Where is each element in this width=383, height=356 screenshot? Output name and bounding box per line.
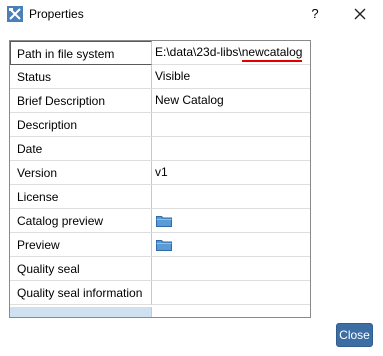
grid-selection-strip: [10, 307, 152, 317]
close-button[interactable]: Close: [336, 323, 373, 347]
property-row-catalog-preview[interactable]: Catalog preview: [10, 209, 310, 233]
property-row-status[interactable]: Status Visible: [10, 65, 310, 89]
property-label: Preview: [10, 233, 152, 257]
property-label: Catalog preview: [10, 209, 152, 233]
close-icon[interactable]: [351, 5, 369, 23]
property-label: Status: [10, 65, 152, 89]
property-row-version[interactable]: Version v1: [10, 161, 310, 185]
property-value[interactable]: Visible: [152, 65, 310, 89]
property-label: Description: [10, 113, 152, 137]
window-title: Properties: [29, 7, 84, 21]
property-value[interactable]: v1: [152, 161, 310, 185]
property-value[interactable]: [152, 185, 310, 209]
property-row-path[interactable]: Path in file system E:\data\23d-libs\new…: [10, 41, 310, 65]
property-grid[interactable]: Path in file system E:\data\23d-libs\new…: [9, 40, 311, 318]
property-label: Path in file system: [10, 41, 152, 65]
property-label: Version: [10, 161, 152, 185]
property-value[interactable]: [152, 257, 310, 281]
property-value[interactable]: [152, 113, 310, 137]
title-bar: Properties ?: [0, 0, 383, 30]
property-row-preview[interactable]: Preview: [10, 233, 310, 257]
property-label: Quality seal information: [10, 281, 152, 305]
property-label: Date: [10, 137, 152, 161]
property-row-license[interactable]: License: [10, 185, 310, 209]
property-row-brief-description[interactable]: Brief Description New Catalog: [10, 89, 310, 113]
property-value[interactable]: New Catalog: [152, 89, 310, 113]
path-highlight: newcatalog: [241, 45, 303, 62]
property-value[interactable]: [152, 137, 310, 161]
property-row-quality-seal-information[interactable]: Quality seal information: [10, 281, 310, 305]
property-label: Brief Description: [10, 89, 152, 113]
property-label: License: [10, 185, 152, 209]
folder-icon[interactable]: [156, 238, 172, 251]
folder-icon[interactable]: [156, 214, 172, 227]
grid-empty-area: [152, 307, 310, 317]
property-value[interactable]: [152, 281, 310, 305]
property-row-description[interactable]: Description: [10, 113, 310, 137]
property-row-quality-seal[interactable]: Quality seal: [10, 257, 310, 281]
properties-tool-icon: [7, 6, 23, 22]
help-button[interactable]: ?: [308, 4, 322, 24]
property-value-path[interactable]: E:\data\23d-libs\newcatalog: [152, 41, 310, 65]
property-value[interactable]: [152, 209, 310, 233]
property-row-date[interactable]: Date: [10, 137, 310, 161]
path-prefix: E:\data\23d-libs\: [155, 45, 242, 59]
property-label: Quality seal: [10, 257, 152, 281]
property-value[interactable]: [152, 233, 310, 257]
